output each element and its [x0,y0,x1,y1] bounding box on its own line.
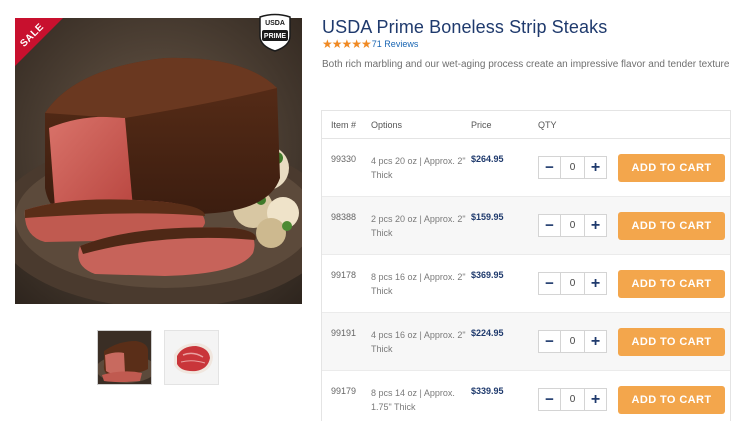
rating: ★★★★★ 71 Reviews [322,38,418,50]
thumbnail-1[interactable] [97,330,152,385]
table-row: 99179 8 pcs 14 oz | Approx. 1.75" Thick … [322,371,730,421]
header-qty: QTY [538,120,557,130]
table-row: 99191 4 pcs 16 oz | Approx. 2" Thick $22… [322,313,730,371]
reviews-link[interactable]: 71 Reviews [372,39,419,49]
plus-button[interactable]: + [584,389,606,410]
quantity-stepper: − + [538,388,607,411]
quantity-stepper: − + [538,330,607,353]
quantity-input[interactable] [561,215,584,236]
quantity-stepper: − + [538,156,607,179]
table-header: Item # Options Price QTY [322,111,730,139]
add-to-cart-button[interactable]: ADD TO CART [618,386,725,414]
header-item: Item # [331,120,357,130]
quantity-input[interactable] [561,331,584,352]
main-product-image: SALE [15,18,302,304]
usda-shield-icon [259,13,291,52]
item-options: 4 pcs 20 oz | Approx. 2" Thick [371,156,466,180]
sale-badge: SALE [15,18,63,66]
header-options: Options [371,120,403,130]
variants-table: Item # Options Price QTY 99330 4 pcs 20 … [321,110,731,421]
item-number: 99330 [331,154,357,164]
star-rating-icon: ★★★★★ [322,37,372,51]
table-row: 99178 8 pcs 16 oz | Approx. 2" Thick $36… [322,255,730,313]
item-options: 8 pcs 14 oz | Approx. 1.75" Thick [371,388,455,412]
quantity-input[interactable] [561,389,584,410]
prime-label: PRIME [263,33,287,40]
item-options: 2 pcs 20 oz | Approx. 2" Thick [371,214,466,238]
add-to-cart-button[interactable]: ADD TO CART [618,212,725,240]
header-price: Price [471,120,492,130]
item-options: 4 pcs 16 oz | Approx. 2" Thick [371,330,466,354]
plus-button[interactable]: + [584,157,606,178]
item-price: $159.95 [471,212,504,222]
quantity-stepper: − + [538,272,607,295]
product-description: Both rich marbling and our wet-aging pro… [322,59,730,70]
quantity-input[interactable] [561,273,584,294]
minus-button[interactable]: − [539,389,561,410]
plus-button[interactable]: + [584,273,606,294]
usda-label: USDA [265,20,285,27]
item-options: 8 pcs 16 oz | Approx. 2" Thick [371,272,466,296]
minus-button[interactable]: − [539,331,561,352]
quantity-stepper: − + [538,214,607,237]
thumbnail-raw-steak-image [165,331,218,384]
item-number: 99191 [331,328,357,338]
item-price: $224.95 [471,328,504,338]
item-price: $369.95 [471,270,504,280]
usda-prime-badge: USDA PRIME [257,12,293,52]
thumbnail-2[interactable] [164,330,219,385]
item-number: 99178 [331,270,357,280]
plus-button[interactable]: + [584,331,606,352]
item-price: $264.95 [471,154,504,164]
minus-button[interactable]: − [539,215,561,236]
table-row: 99330 4 pcs 20 oz | Approx. 2" Thick $26… [322,139,730,197]
product-title: USDA Prime Boneless Strip Steaks [322,17,608,37]
plus-button[interactable]: + [584,215,606,236]
item-number: 98388 [331,212,357,222]
add-to-cart-button[interactable]: ADD TO CART [618,270,725,298]
quantity-input[interactable] [561,157,584,178]
minus-button[interactable]: − [539,273,561,294]
table-row: 98388 2 pcs 20 oz | Approx. 2" Thick $15… [322,197,730,255]
minus-button[interactable]: − [539,157,561,178]
add-to-cart-button[interactable]: ADD TO CART [618,328,725,356]
item-number: 99179 [331,386,357,396]
thumbnail-steak-plate-image [98,331,151,384]
item-price: $339.95 [471,386,504,396]
add-to-cart-button[interactable]: ADD TO CART [618,154,725,182]
